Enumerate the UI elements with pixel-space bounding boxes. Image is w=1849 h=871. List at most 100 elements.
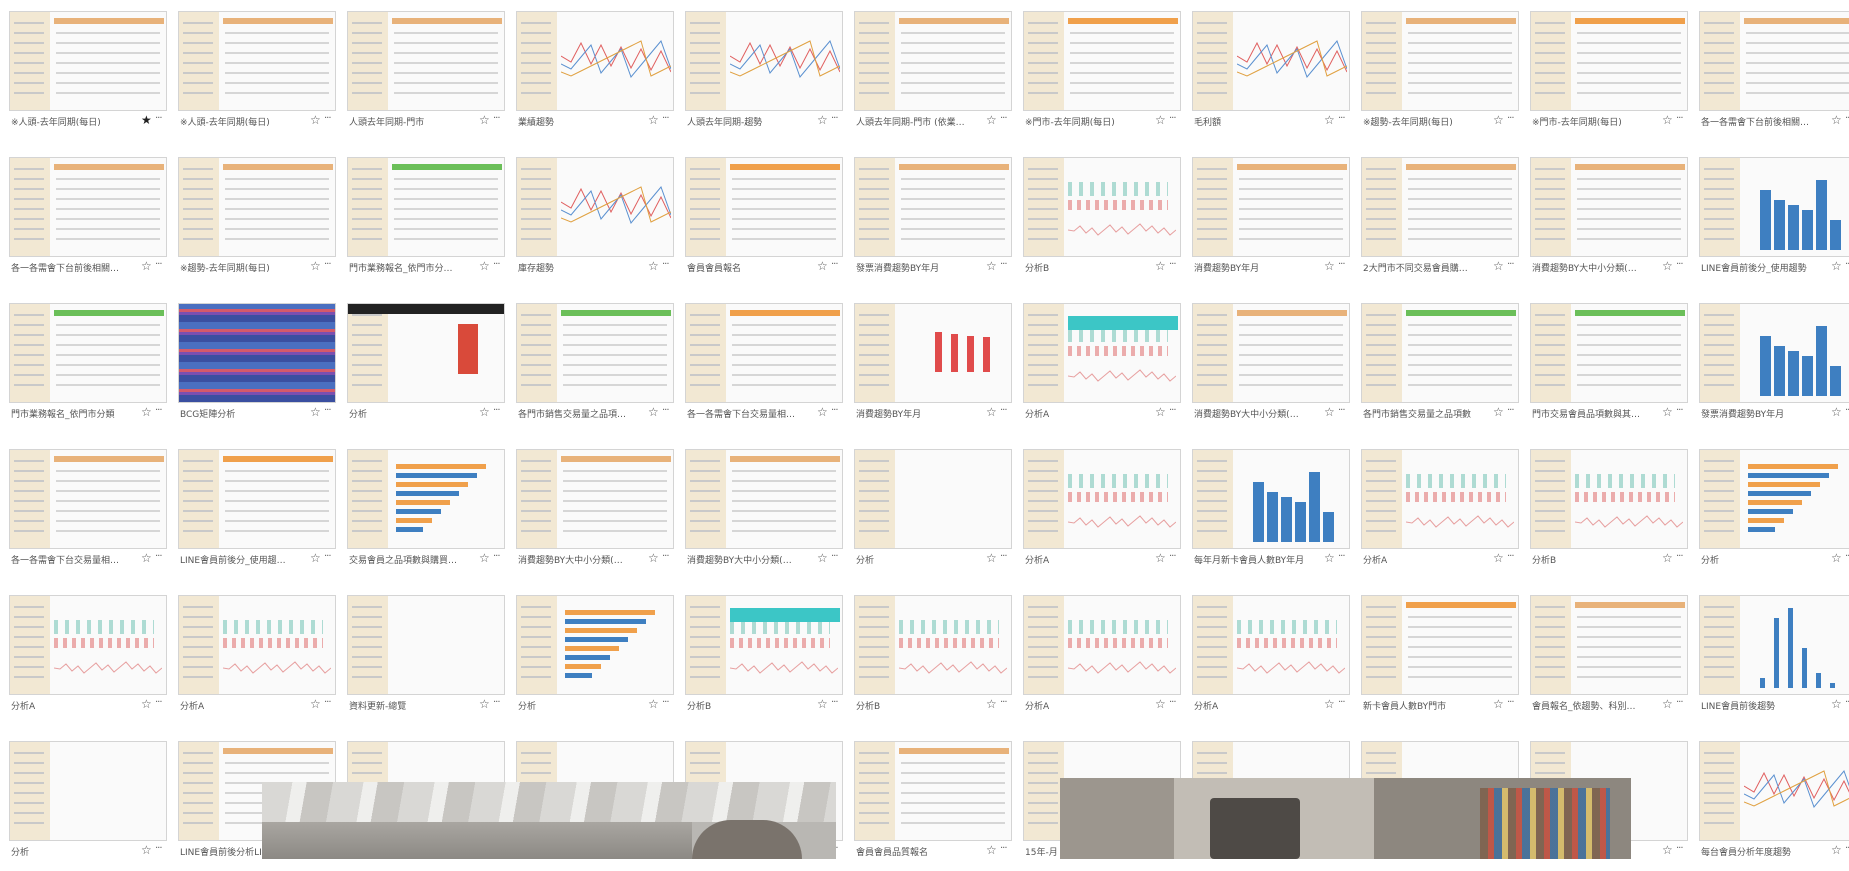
report-title[interactable]: 新卡會員人數BY門市 [1363, 699, 1475, 713]
report-thumbnail[interactable] [178, 303, 336, 403]
star-outline-icon[interactable]: ☆ [1324, 697, 1335, 711]
report-thumbnail[interactable] [1361, 11, 1519, 111]
report-tile[interactable]: 每年月新卡會員人數BY年月 ☆ ··· [1192, 449, 1350, 579]
star-outline-icon[interactable]: ☆ [648, 113, 659, 127]
report-title[interactable]: 發票消費趨勢BY年月 [856, 261, 968, 275]
star-outline-icon[interactable]: ☆ [1155, 551, 1166, 565]
report-thumbnail[interactable] [9, 157, 167, 257]
star-outline-icon[interactable]: ☆ [1831, 259, 1842, 273]
report-tile[interactable]: 分析 ☆··· [516, 595, 674, 725]
star-outline-icon[interactable]: ☆ [986, 113, 997, 127]
report-tile[interactable]: 會員會員報名 ☆ ··· [685, 157, 843, 287]
star-outline-icon[interactable]: ☆ [817, 551, 828, 565]
report-tile[interactable]: 交易會員之品項數與購買比例_依門... ☆··· [347, 449, 505, 579]
report-title[interactable]: 每台會員分析年度趨勢 [1701, 845, 1813, 859]
report-title[interactable]: 分析B [1532, 553, 1644, 567]
report-thumbnail[interactable] [1530, 157, 1688, 257]
star-outline-icon[interactable]: ☆ [310, 551, 321, 565]
star-outline-icon[interactable]: ☆ [1493, 697, 1504, 711]
report-thumbnail[interactable] [178, 11, 336, 111]
report-title[interactable]: ※人頭-去年同期(每日) [11, 115, 123, 129]
report-title[interactable]: 發票消費趨勢BY年月 [1701, 407, 1813, 421]
report-title[interactable]: 消費趨勢BY年月 [1194, 261, 1306, 275]
more-options-icon[interactable]: ··· [324, 113, 331, 124]
report-tile[interactable]: 各一各需會下台前後相關報名BY... ☆··· [9, 157, 167, 287]
report-tile[interactable]: ※趨勢-去年同期(每日) ☆ ··· [1361, 11, 1519, 141]
report-title[interactable]: 消費趨勢BY年月 [856, 407, 968, 421]
report-tile[interactable]: 門市業務報名_依門市分類查詢 ☆ ··· [347, 157, 505, 287]
report-thumbnail[interactable] [854, 449, 1012, 549]
more-options-icon[interactable]: ··· [324, 551, 331, 562]
star-outline-icon[interactable]: ☆ [1493, 113, 1504, 127]
more-options-icon[interactable]: ··· [1338, 113, 1345, 124]
report-tile[interactable]: 門市交易會員品項數與其交易量 ☆··· [1530, 303, 1688, 433]
report-thumbnail[interactable] [1023, 11, 1181, 111]
report-tile[interactable]: 消費趨勢BY年月 ☆ ··· [854, 303, 1012, 433]
report-title[interactable]: 人頭去年同期-門市 [349, 115, 461, 129]
report-thumbnail[interactable] [9, 741, 167, 841]
star-outline-icon[interactable]: ☆ [310, 113, 321, 127]
more-options-icon[interactable]: ··· [155, 551, 162, 562]
star-outline-icon[interactable]: ☆ [1493, 405, 1504, 419]
more-options-icon[interactable]: ··· [1169, 113, 1176, 124]
more-options-icon[interactable]: ··· [1338, 697, 1345, 708]
report-title[interactable]: 分析 [856, 553, 968, 567]
report-thumbnail[interactable] [1699, 741, 1849, 841]
report-title[interactable]: 人頭去年同期-趨勢 [687, 115, 799, 129]
report-tile[interactable]: 每台會員分析年度趨勢 ☆··· [1699, 741, 1849, 871]
more-options-icon[interactable]: ··· [155, 259, 162, 270]
report-tile[interactable]: BCG矩陣分析 ☆ ··· [178, 303, 336, 433]
star-outline-icon[interactable]: ☆ [479, 551, 490, 565]
more-options-icon[interactable]: ··· [1676, 259, 1683, 270]
report-thumbnail[interactable] [685, 595, 843, 695]
more-options-icon[interactable]: ··· [1338, 259, 1345, 270]
report-title[interactable]: ※門市-去年同期(每日) [1025, 115, 1137, 129]
report-tile[interactable]: 消費趨勢BY大中小分類(依業別... ☆··· [516, 449, 674, 579]
report-tile[interactable]: 分析A ☆ ··· [1361, 449, 1519, 579]
report-thumbnail[interactable] [1699, 595, 1849, 695]
report-tile[interactable]: 資料更新-總覽 ☆ ··· [347, 595, 505, 725]
star-outline-icon[interactable]: ☆ [141, 551, 152, 565]
more-options-icon[interactable]: ··· [831, 551, 838, 562]
more-options-icon[interactable]: ··· [1000, 405, 1007, 416]
report-title[interactable]: 人頭去年同期-門市 (依業別店張... [856, 115, 968, 129]
report-thumbnail[interactable] [1530, 595, 1688, 695]
more-options-icon[interactable]: ··· [1000, 697, 1007, 708]
report-thumbnail[interactable] [854, 595, 1012, 695]
report-title[interactable]: 每年月新卡會員人數BY年月 [1194, 553, 1306, 567]
report-title[interactable]: 門市業務報名_依門市分類查詢 [349, 261, 461, 275]
star-outline-icon[interactable]: ☆ [986, 551, 997, 565]
report-thumbnail[interactable] [1192, 595, 1350, 695]
report-tile[interactable]: 門市業務報名_依門市分類 ☆ ··· [9, 303, 167, 433]
more-options-icon[interactable]: ··· [493, 551, 500, 562]
report-title[interactable]: 分析 [11, 845, 123, 859]
more-options-icon[interactable]: ··· [155, 113, 162, 124]
report-tile[interactable]: 消費趨勢BY大中小分類(依業別... ☆··· [1530, 157, 1688, 287]
report-tile[interactable]: 分析B ☆ ··· [685, 595, 843, 725]
report-thumbnail[interactable] [1699, 11, 1849, 111]
report-thumbnail[interactable] [178, 157, 336, 257]
report-thumbnail[interactable] [1192, 449, 1350, 549]
star-outline-icon[interactable]: ☆ [648, 697, 659, 711]
report-thumbnail[interactable] [1530, 449, 1688, 549]
report-thumbnail[interactable] [516, 449, 674, 549]
more-options-icon[interactable]: ··· [662, 697, 669, 708]
more-options-icon[interactable]: ··· [493, 259, 500, 270]
report-title[interactable]: 業績趨勢 [518, 115, 630, 129]
report-thumbnail[interactable] [854, 11, 1012, 111]
report-thumbnail[interactable] [1023, 157, 1181, 257]
report-title[interactable]: 分析A [1025, 407, 1137, 421]
report-title[interactable]: 分析A [11, 699, 123, 713]
more-options-icon[interactable]: ··· [1507, 551, 1514, 562]
star-outline-icon[interactable]: ☆ [1324, 259, 1335, 273]
more-options-icon[interactable]: ··· [662, 551, 669, 562]
star-outline-icon[interactable]: ☆ [1662, 697, 1673, 711]
report-tile[interactable]: 人頭去年同期-趨勢 ☆ ··· [685, 11, 843, 141]
report-tile[interactable]: 消費趨勢BY大中小分類(依業別... ☆··· [685, 449, 843, 579]
report-thumbnail[interactable] [9, 595, 167, 695]
report-title[interactable]: 分析A [1363, 553, 1475, 567]
star-outline-icon[interactable]: ☆ [1324, 551, 1335, 565]
star-outline-icon[interactable]: ☆ [1155, 113, 1166, 127]
more-options-icon[interactable]: ··· [155, 405, 162, 416]
report-thumbnail[interactable] [9, 449, 167, 549]
